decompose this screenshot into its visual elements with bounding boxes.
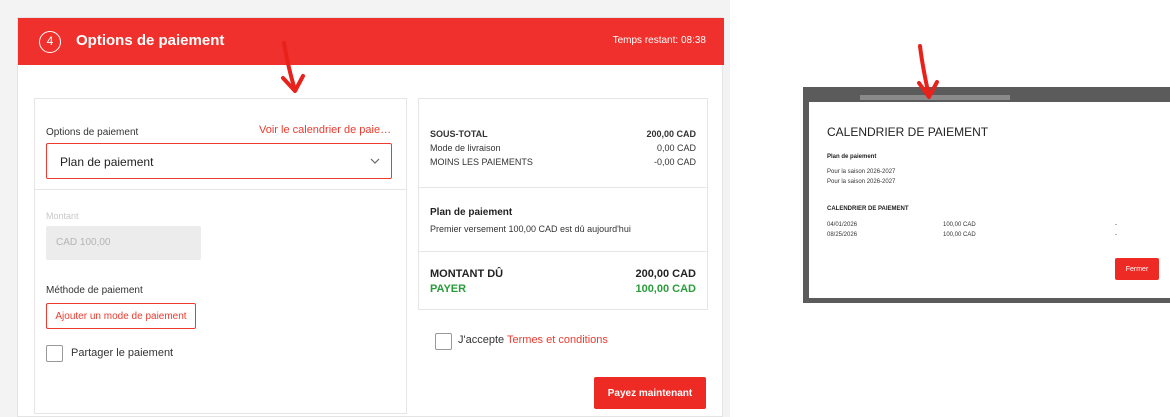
- payment-option-label: Options de paiement: [46, 127, 139, 138]
- view-calendar-link[interactable]: Voir le calendrier de paiement: [259, 124, 395, 136]
- add-payment-method-button[interactable]: Ajouter un mode de paiement: [46, 303, 196, 329]
- payments-row: MOINS LES PAIEMENTS -0,00 CAD: [430, 157, 696, 167]
- amount-field: CAD 100,00: [46, 226, 201, 260]
- subtotal-label: SOUS-TOTAL: [430, 129, 488, 139]
- payment-plan-description: Premier versement 100,00 CAD est dû aujo…: [430, 224, 631, 234]
- step-number-badge: 4: [39, 31, 61, 53]
- summary-divider: [419, 251, 707, 252]
- pay-now-button[interactable]: Payez maintenant: [594, 377, 706, 409]
- pay-label: PAYER: [430, 283, 467, 295]
- subtotal-value: 200,00 CAD: [646, 129, 696, 139]
- modal-schedule-label: CALENDRIER DE PAIEMENT: [827, 206, 909, 212]
- subtotal-row: SOUS-TOTAL 200,00 CAD: [430, 129, 696, 139]
- payment-options-section: Options de paiement Voir le calendrier d…: [34, 98, 407, 414]
- payment-calendar-modal: CALENDRIER DE PAIEMENT Plan de paiement …: [809, 102, 1170, 298]
- accept-terms-label: J'accepte: [458, 334, 505, 346]
- amount-due-label: MONTANT DÛ: [430, 268, 504, 280]
- chevron-down-icon: [370, 158, 380, 164]
- payment-plan-title: Plan de paiement: [430, 207, 513, 218]
- section-divider: [35, 189, 406, 190]
- summary-divider: [419, 187, 707, 188]
- checkout-panel-background: 4 Options de paiement Temps restant: 08:…: [0, 0, 730, 417]
- payment-option-selected: Plan de paiement: [60, 155, 154, 169]
- close-modal-button[interactable]: Fermer: [1115, 258, 1159, 280]
- schedule-status: -: [1115, 232, 1117, 238]
- order-summary-section: SOUS-TOTAL 200,00 CAD Mode de livraison …: [418, 98, 708, 374]
- modal-season-line: Pour la saison 2026-2027: [827, 169, 896, 175]
- schedule-amount: 100,00 CAD: [943, 232, 976, 238]
- amount-due-value: 200,00 CAD: [635, 268, 696, 280]
- schedule-amount: 100,00 CAD: [943, 222, 976, 228]
- step-header: 4 Options de paiement Temps restant: 08:…: [18, 18, 724, 65]
- amount-label: Montant: [46, 211, 79, 221]
- terms-conditions-link[interactable]: Termes et conditions: [507, 334, 608, 346]
- shipping-value: 0,00 CAD: [656, 143, 696, 153]
- accept-terms-checkbox[interactable]: [435, 333, 452, 350]
- modal-plan-label: Plan de paiement: [827, 154, 877, 160]
- schedule-status: -: [1115, 222, 1117, 228]
- time-remaining: Temps restant: 08:38: [613, 35, 706, 46]
- time-remaining-value: 08:38: [680, 35, 706, 46]
- pay-value: 100,00 CAD: [635, 283, 696, 295]
- schedule-date: 08/25/2026: [827, 232, 858, 238]
- annotation-arrow-icon: [281, 41, 305, 93]
- shipping-row: Mode de livraison 0,00 CAD: [430, 143, 696, 153]
- page-title: Options de paiement: [76, 32, 225, 49]
- payments-value: -0,00 CAD: [653, 157, 696, 167]
- split-payment-label: Partager le paiement: [71, 347, 174, 359]
- payment-method-label: Méthode de paiement: [46, 285, 143, 296]
- payment-options-card: 4 Options de paiement Temps restant: 08:…: [17, 17, 724, 417]
- modal-season-line: Pour la saison 2026-2027: [827, 179, 896, 185]
- shipping-label: Mode de livraison: [430, 143, 501, 153]
- payments-label: MOINS LES PAIEMENTS: [430, 157, 533, 167]
- amount-value: CAD 100,00: [56, 237, 111, 248]
- split-payment-checkbox[interactable]: [46, 345, 63, 362]
- payment-option-select[interactable]: Plan de paiement: [46, 143, 392, 179]
- order-summary-box: SOUS-TOTAL 200,00 CAD Mode de livraison …: [418, 98, 708, 310]
- annotation-arrow-icon: [917, 44, 939, 99]
- time-remaining-label: Temps restant:: [612, 35, 679, 46]
- schedule-date: 04/01/2026: [827, 222, 858, 228]
- modal-title: CALENDRIER DE PAIEMENT: [827, 125, 989, 139]
